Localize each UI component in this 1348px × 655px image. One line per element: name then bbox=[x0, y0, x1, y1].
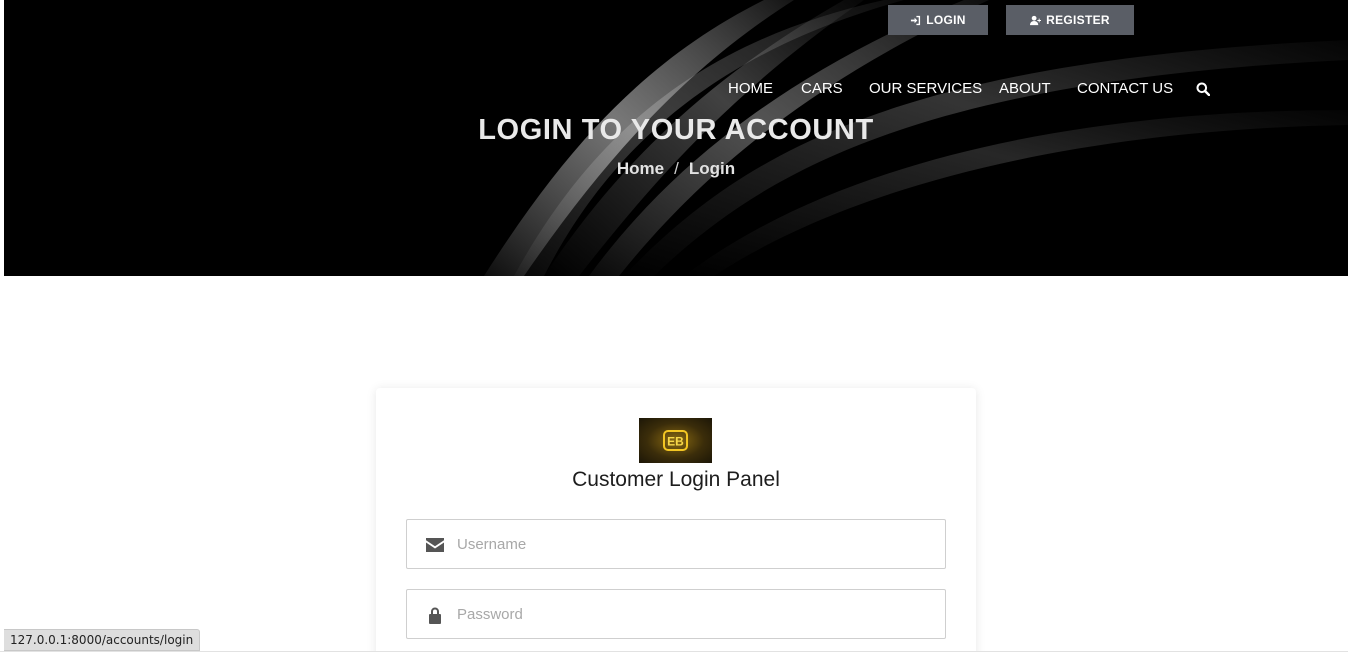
search-icon[interactable] bbox=[1196, 82, 1211, 97]
register-button[interactable]: REGISTER bbox=[1006, 5, 1134, 35]
user-plus-icon bbox=[1030, 15, 1042, 25]
breadcrumb-separator: / bbox=[674, 159, 679, 178]
nav-about[interactable]: ABOUT bbox=[999, 80, 1051, 97]
username-input[interactable] bbox=[457, 520, 937, 568]
page-bottom-border bbox=[0, 651, 1348, 655]
register-button-label: REGISTER bbox=[1046, 13, 1110, 27]
brand-logo-text: EB bbox=[667, 435, 684, 449]
sign-in-icon bbox=[911, 15, 921, 25]
main-nav: HOME CARS OUR SERVICES ABOUT CONTACT US bbox=[4, 80, 1348, 98]
hero-banner: LOGIN REGISTER HOME CARS OUR SERVICES AB… bbox=[4, 0, 1348, 276]
breadcrumb-home[interactable]: Home bbox=[617, 159, 664, 178]
username-field[interactable] bbox=[406, 519, 946, 569]
envelope-icon bbox=[425, 536, 445, 554]
login-panel-title: Customer Login Panel bbox=[572, 468, 780, 491]
nav-contact-us[interactable]: CONTACT US bbox=[1077, 80, 1173, 97]
nav-our-services[interactable]: OUR SERVICES bbox=[869, 80, 982, 97]
nav-home[interactable]: HOME bbox=[728, 80, 773, 97]
password-input[interactable] bbox=[457, 590, 937, 638]
nav-cars[interactable]: CARS bbox=[801, 80, 843, 97]
page-title: LOGIN TO YOUR ACCOUNT bbox=[478, 114, 874, 146]
login-card: EB Customer Login Panel bbox=[376, 388, 976, 655]
login-button[interactable]: LOGIN bbox=[888, 5, 988, 35]
login-button-label: LOGIN bbox=[926, 13, 966, 27]
browser-status-url: 127.0.0.1:8000/accounts/login bbox=[4, 629, 201, 651]
breadcrumb: Home / Login bbox=[4, 159, 1348, 179]
lock-icon bbox=[425, 606, 445, 624]
breadcrumb-current: Login bbox=[688, 159, 736, 178]
brand-logo: EB bbox=[639, 418, 712, 463]
password-field[interactable] bbox=[406, 589, 946, 639]
